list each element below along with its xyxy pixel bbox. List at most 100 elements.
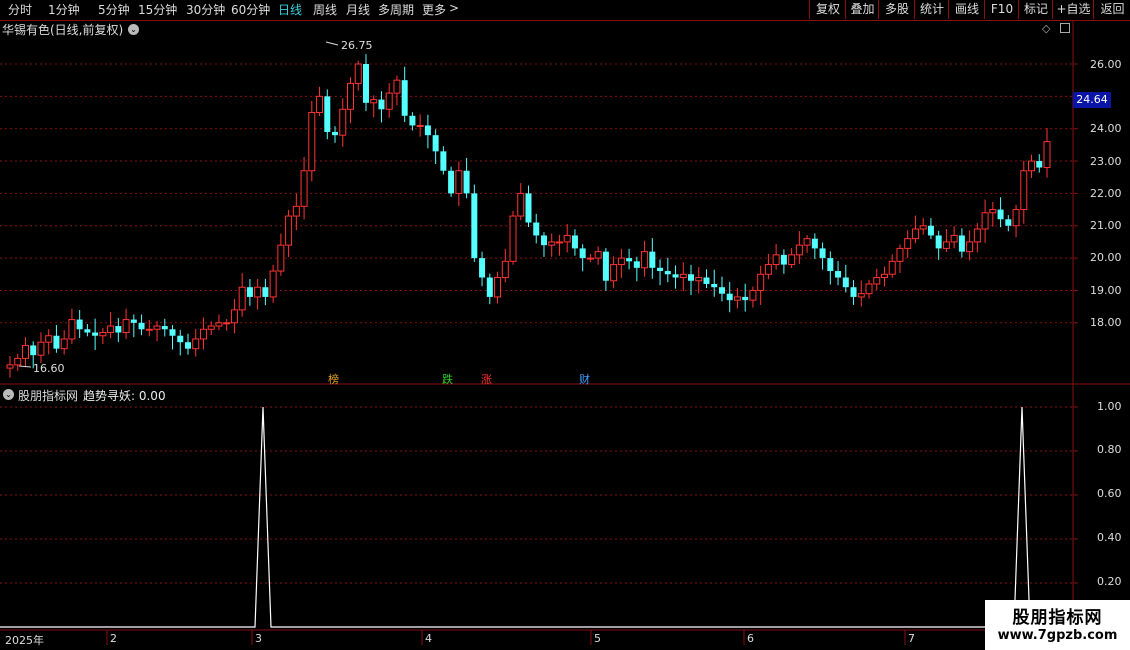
indicator-title[interactable]: 股朋指标网 xyxy=(18,387,78,404)
candle-body-up xyxy=(339,108,347,136)
candle-body-down xyxy=(432,135,439,152)
low-pointer xyxy=(18,365,32,368)
f10-button[interactable]: F10 xyxy=(984,0,1019,19)
candle-body-down xyxy=(711,283,718,288)
month-label-feb: 2 xyxy=(110,632,117,645)
multi-stock-button[interactable]: 多股 xyxy=(878,0,915,19)
candle-body-up xyxy=(594,251,602,259)
period-more[interactable]: 更多 xyxy=(422,1,446,18)
candle-body-up xyxy=(617,257,625,266)
candle-body-down xyxy=(138,322,145,330)
candle-body-down xyxy=(835,271,842,278)
candle-body-up xyxy=(230,309,238,324)
period-15min[interactable]: 15分钟 xyxy=(138,1,177,18)
candle-body-down xyxy=(401,80,408,116)
candle-body-down xyxy=(649,251,656,268)
period-toolbar: 分时 1分钟 5分钟 15分钟 30分钟 60分钟 日线 周线 月线 多周期 更… xyxy=(0,0,1130,20)
diamond-icon[interactable]: ◇ xyxy=(1042,22,1050,35)
candle-body-down xyxy=(486,277,493,297)
event-tag-cai[interactable]: 财 xyxy=(579,371,590,387)
fuquan-button[interactable]: 复权 xyxy=(809,0,846,19)
candle-body-up xyxy=(919,225,927,230)
low-price-label: 16.60 xyxy=(33,362,65,375)
panel-toggle-icon[interactable] xyxy=(1060,23,1070,33)
candle-body-up xyxy=(501,260,509,279)
candle-body-up xyxy=(788,254,796,266)
statistics-button[interactable]: 统计 xyxy=(914,0,949,19)
candle-body-down xyxy=(742,296,749,301)
candle-body-up xyxy=(393,79,401,94)
candle-body-down xyxy=(533,222,540,236)
event-tag-die[interactable]: 跌 xyxy=(442,371,453,387)
overlay-button[interactable]: 叠加 xyxy=(845,0,879,19)
candle-body-down xyxy=(935,235,942,249)
candle-body-down xyxy=(448,170,455,194)
candle-body-up xyxy=(888,260,896,275)
candle-body-down xyxy=(780,254,787,265)
candle-body-up xyxy=(316,95,324,114)
candle-body-up xyxy=(1043,141,1051,169)
back-button[interactable]: 返回 xyxy=(1093,0,1130,19)
candle-body-up xyxy=(254,286,262,298)
candle-body-up xyxy=(733,296,741,301)
candle-body-up xyxy=(21,344,29,359)
candle-body-up xyxy=(695,277,703,282)
candle-body-down xyxy=(92,332,99,336)
candle-body-up xyxy=(989,209,997,214)
candle-body-down xyxy=(246,287,253,297)
candle-body-up xyxy=(6,364,14,369)
candle-body-down xyxy=(718,287,725,294)
price-tick-19: 19.00 xyxy=(1090,284,1122,297)
candle-body-down xyxy=(827,258,834,272)
event-tag-bang[interactable]: 榜 xyxy=(328,371,339,387)
price-tick-22: 22.00 xyxy=(1090,187,1122,200)
period-monthly[interactable]: 月线 xyxy=(346,1,370,18)
candle-body-up xyxy=(803,238,811,246)
candle-body-up xyxy=(896,247,904,262)
period-30min[interactable]: 30分钟 xyxy=(186,1,225,18)
price-tick-26: 26.00 xyxy=(1090,58,1122,71)
candle-body-up xyxy=(107,325,115,334)
period-multi[interactable]: 多周期 xyxy=(378,1,414,18)
chart-canvas xyxy=(0,20,1130,645)
add-watchlist-button[interactable]: +自选 xyxy=(1052,0,1094,19)
month-label-jun: 6 xyxy=(747,632,754,645)
month-label-mar: 3 xyxy=(255,632,262,645)
ind-tick-02: 0.20 xyxy=(1097,575,1122,588)
candle-body-down xyxy=(409,115,416,126)
candle-body-down xyxy=(130,319,137,323)
period-daily[interactable]: 日线 xyxy=(278,1,302,18)
candle-body-down xyxy=(177,335,184,343)
candle-body-down xyxy=(440,151,447,171)
candle-body-up xyxy=(215,322,223,327)
candle-body-up xyxy=(873,277,881,285)
period-60min[interactable]: 60分钟 xyxy=(231,1,270,18)
candle-body-up xyxy=(911,228,919,240)
candle-body-down xyxy=(184,342,191,349)
candle-body-down xyxy=(169,329,176,336)
candle-body-up xyxy=(354,63,362,84)
draw-line-button[interactable]: 画线 xyxy=(948,0,985,19)
candle-body-down xyxy=(819,248,826,259)
watermark-url: www.7gpzb.com xyxy=(997,628,1118,643)
period-1min[interactable]: 1分钟 xyxy=(48,1,80,18)
candle-body-down xyxy=(76,319,83,330)
period-weekly[interactable]: 周线 xyxy=(313,1,337,18)
candle-body-up xyxy=(942,241,950,249)
chevron-down-icon[interactable]: ⌄ xyxy=(128,24,139,35)
candle-body-up xyxy=(308,112,316,172)
more-arrow-icon[interactable]: > xyxy=(449,1,459,15)
candle-body-down xyxy=(324,96,331,132)
candle-body-down xyxy=(703,277,710,284)
candle-body-up xyxy=(153,325,161,330)
indicator-chevron-icon[interactable]: ⌄ xyxy=(3,389,14,400)
candle-body-down xyxy=(84,329,91,333)
toolbar-divider xyxy=(0,20,1130,21)
candle-body-up xyxy=(1020,170,1028,211)
indicator-line xyxy=(0,406,1073,628)
event-tag-zhang[interactable]: 涨 xyxy=(481,371,492,387)
candle-body-up xyxy=(385,92,393,110)
mark-button[interactable]: 标记 xyxy=(1018,0,1053,19)
period-fenshi[interactable]: 分时 xyxy=(8,1,32,18)
period-5min[interactable]: 5分钟 xyxy=(98,1,130,18)
